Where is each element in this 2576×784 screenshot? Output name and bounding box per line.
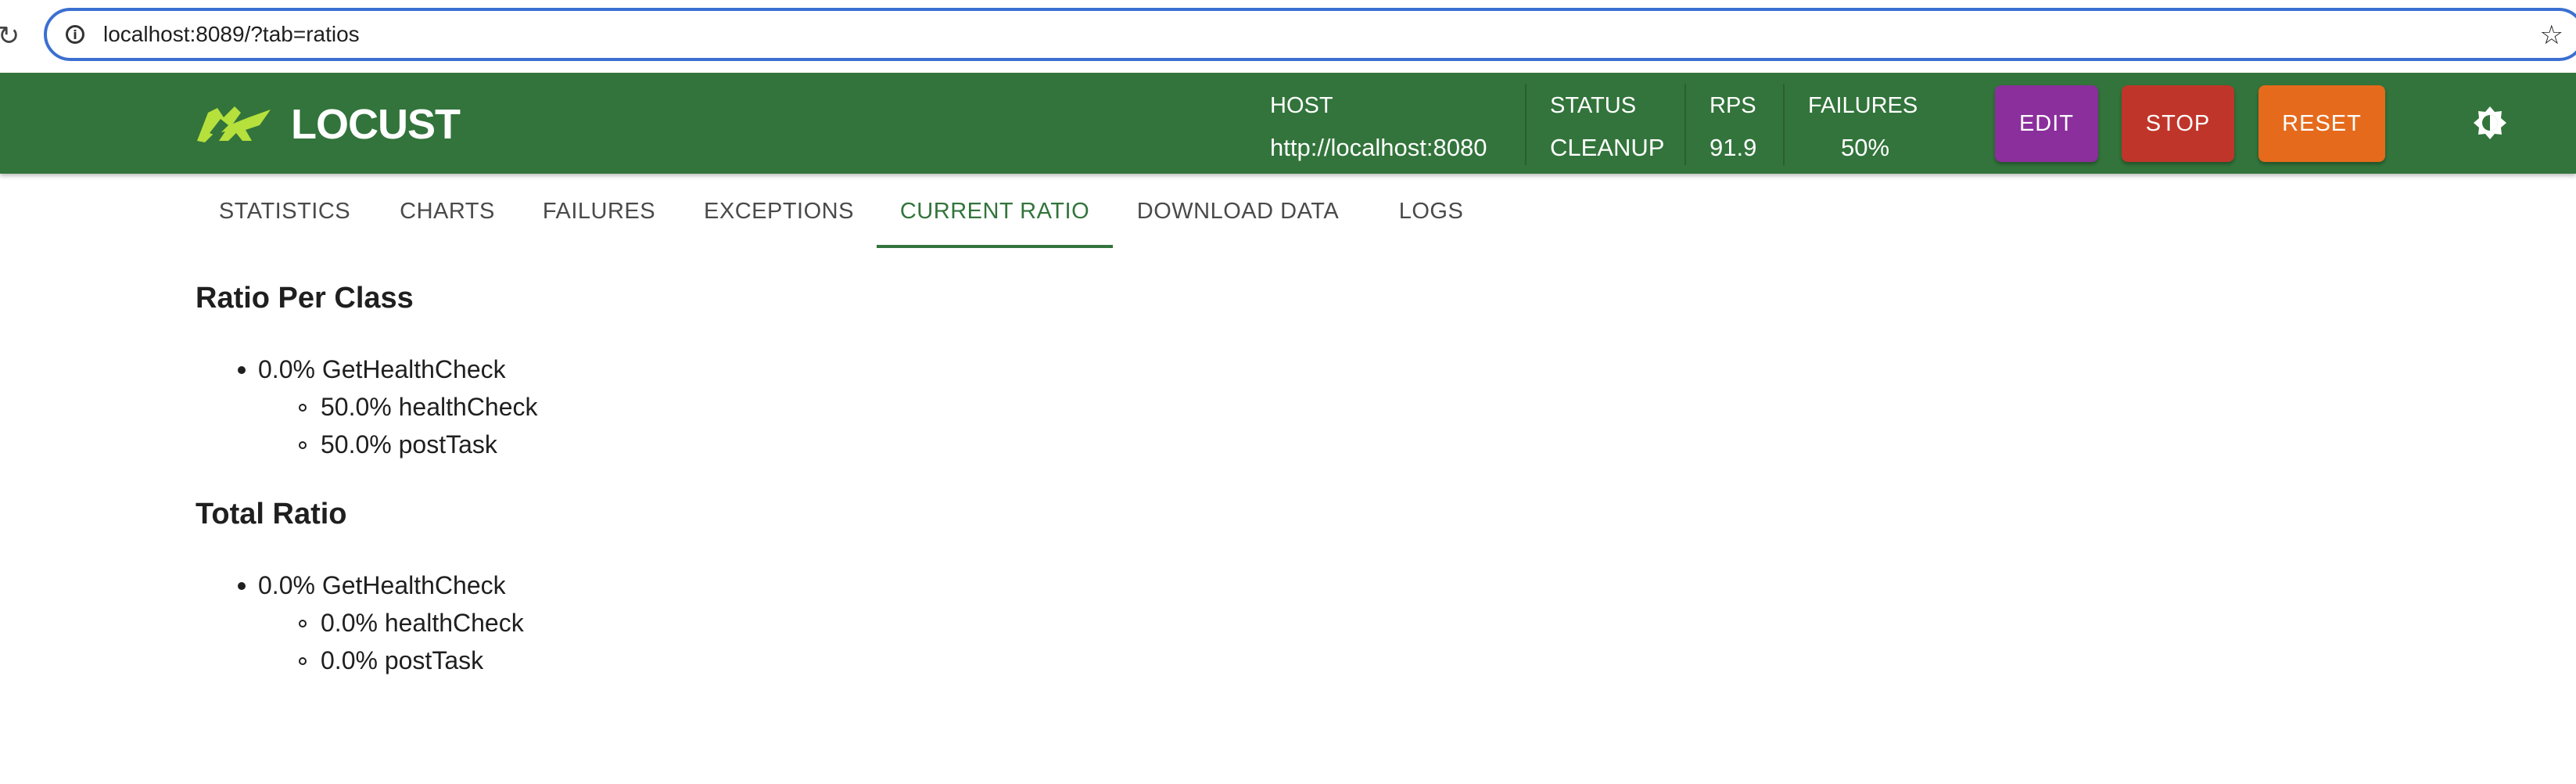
list-bullet xyxy=(299,620,307,628)
task-item: 0.0% postTask xyxy=(321,646,484,674)
rps-value: 91.9 xyxy=(1710,134,1757,161)
divider xyxy=(1525,84,1527,165)
tab-logs[interactable]: LOGS xyxy=(1376,175,1486,247)
logo-text: LOCUST xyxy=(291,101,461,148)
bookmark-star-icon[interactable]: ☆ xyxy=(2540,22,2563,49)
host-stat: HOST http://localhost:8080 xyxy=(1270,87,1505,162)
status-label: STATUS xyxy=(1550,93,1637,118)
failures-value: 50% xyxy=(1841,134,1890,161)
divider xyxy=(1783,84,1785,165)
host-value: http://localhost:8080 xyxy=(1270,134,1487,161)
class-item: 0.0% GetHealthCheck xyxy=(258,355,506,383)
list-bullet xyxy=(299,441,307,449)
list-bullet xyxy=(238,582,246,590)
theme-toggle-icon[interactable] xyxy=(2473,106,2507,140)
list-bullet xyxy=(299,404,307,412)
tab-exceptions[interactable]: EXCEPTIONS xyxy=(690,175,868,247)
reset-button[interactable]: RESET xyxy=(2258,85,2385,162)
tab-current-ratio[interactable]: CURRENT RATIO xyxy=(877,175,1113,247)
divider xyxy=(1684,84,1686,165)
task-item: 50.0% postTask xyxy=(321,430,497,459)
status-stat: STATUS CLEANUP xyxy=(1550,87,1675,162)
tab-download-data[interactable]: DOWNLOAD DATA xyxy=(1128,175,1347,247)
failures-label: FAILURES xyxy=(1808,93,1918,118)
status-value: CLEANUP xyxy=(1550,134,1665,161)
url-text[interactable]: localhost:8089/?tab=ratios xyxy=(103,22,360,47)
list-bullet xyxy=(238,366,246,374)
class-item: 0.0% GetHealthCheck xyxy=(258,571,506,599)
active-tab-indicator xyxy=(877,245,1113,248)
edit-button[interactable]: EDIT xyxy=(1995,85,2098,162)
tab-charts[interactable]: CHARTS xyxy=(386,175,508,247)
reload-icon[interactable]: ↻ xyxy=(0,20,20,52)
total-ratio-title: Total Ratio xyxy=(196,498,347,530)
app-header: LOCUST HOST http://localhost:8080 STATUS… xyxy=(0,73,2576,174)
browser-toolbar: ↻ i localhost:8089/?tab=ratios ☆ xyxy=(0,0,2576,72)
rps-stat: RPS 91.9 xyxy=(1710,87,1788,162)
address-bar[interactable]: i localhost:8089/?tab=ratios ☆ xyxy=(44,8,2576,61)
task-item: 50.0% healthCheck xyxy=(321,393,538,421)
stop-button[interactable]: STOP xyxy=(2122,85,2234,162)
task-item: 0.0% healthCheck xyxy=(321,609,524,637)
tab-bar: STATISTICS CHARTS FAILURES EXCEPTIONS CU… xyxy=(0,175,2576,250)
locust-logo-icon xyxy=(197,106,271,142)
host-label: HOST xyxy=(1270,93,1333,118)
tab-failures[interactable]: FAILURES xyxy=(532,175,666,247)
rps-label: RPS xyxy=(1710,93,1756,118)
tab-statistics[interactable]: STATISTICS xyxy=(206,175,363,247)
failures-stat: FAILURES 50% xyxy=(1808,87,1933,162)
ratio-per-class-title: Ratio Per Class xyxy=(196,282,414,315)
info-icon[interactable]: i xyxy=(66,25,84,44)
locust-logo[interactable]: LOCUST xyxy=(194,101,461,148)
list-bullet xyxy=(299,657,307,665)
